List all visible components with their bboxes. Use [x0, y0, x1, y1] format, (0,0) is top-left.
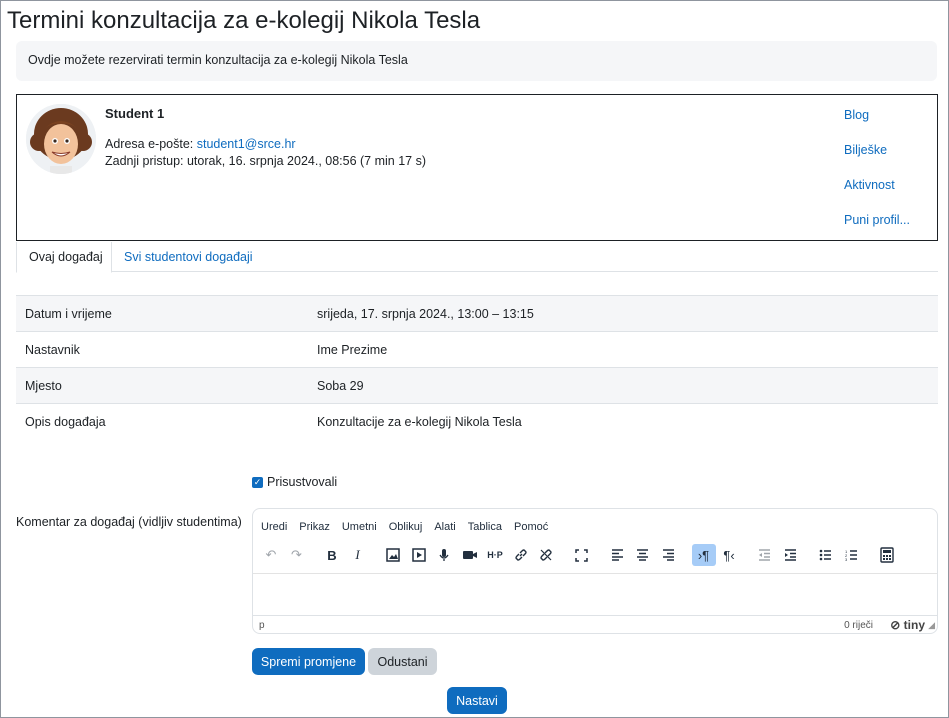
detail-value: Soba 29 — [317, 379, 364, 393]
intro-text: Ovdje možete rezervirati termin konzulta… — [28, 53, 408, 67]
activity-link[interactable]: Aktivnost — [844, 178, 924, 213]
media-icon[interactable] — [407, 544, 431, 566]
page-title: Termini konzultacija za e-kolegij Nikola… — [7, 7, 481, 34]
email-label: Adresa e-pošte: — [105, 137, 197, 151]
user-links: Blog Bilješke Aktivnost Puni profil... — [844, 108, 924, 248]
detail-value: Ime Prezime — [317, 343, 388, 357]
editor-toolbar: ↶ ↷ B I H·P ›¶ ¶‹ 1 2 3 — [259, 544, 929, 566]
align-left-icon[interactable] — [605, 544, 629, 566]
menu-table[interactable]: Tablica — [468, 521, 502, 533]
comment-label: Komentar za događaj (vidljiv studentima) — [16, 515, 242, 529]
detail-row: Nastavnik Ime Prezime — [16, 331, 938, 367]
avatar[interactable] — [26, 104, 96, 174]
save-changes-button[interactable]: Spremi promjene — [252, 648, 365, 675]
word-count[interactable]: 0 riječi — [844, 620, 873, 631]
rtl-direction-icon[interactable]: ¶‹ — [717, 544, 741, 566]
indent-icon[interactable] — [778, 544, 802, 566]
blog-link[interactable]: Blog — [844, 108, 924, 143]
outdent-icon[interactable] — [753, 544, 777, 566]
numbered-list-icon[interactable]: 123 — [839, 544, 863, 566]
redo-icon[interactable]: ↷ — [285, 544, 309, 566]
equation-editor-icon[interactable] — [875, 544, 899, 566]
intro-box: Ovdje možete rezervirati termin konzulta… — [16, 41, 937, 81]
microphone-icon[interactable] — [432, 544, 456, 566]
avatar-image — [26, 104, 96, 174]
detail-key: Mjesto — [25, 379, 62, 393]
detail-row: Mjesto Soba 29 — [16, 367, 938, 403]
element-path[interactable]: p — [259, 620, 265, 631]
fullscreen-icon[interactable] — [570, 544, 594, 566]
editor-statusbar: p 0 riječi ⊘ tiny ◢ — [253, 615, 937, 634]
notes-link[interactable]: Bilješke — [844, 143, 924, 178]
attended-label: Prisustvovali — [267, 475, 338, 489]
last-access: Zadnji pristup: utorak, 16. srpnja 2024.… — [105, 154, 427, 168]
event-details: Datum i vrijeme srijeda, 17. srpnja 2024… — [16, 295, 938, 439]
resize-handle-icon[interactable]: ◢ — [928, 620, 935, 631]
menu-help[interactable]: Pomoć — [514, 521, 548, 533]
detail-key: Nastavnik — [25, 343, 80, 357]
bullet-list-icon[interactable] — [814, 544, 838, 566]
detail-key: Datum i vrijeme — [25, 307, 112, 321]
tabs: Ovaj događaj Svi studentovi događaji — [16, 242, 938, 273]
page-frame: Termini konzultacija za e-kolegij Nikola… — [0, 0, 949, 718]
comment-editor: Uredi Prikaz Umetni Oblikuj Alati Tablic… — [252, 508, 938, 634]
italic-icon[interactable]: I — [346, 544, 370, 566]
detail-value: Konzultacije za e-kolegij Nikola Tesla — [317, 415, 522, 429]
menu-insert[interactable]: Umetni — [342, 521, 377, 533]
user-name: Student 1 — [105, 106, 165, 121]
unlink-icon[interactable] — [534, 544, 558, 566]
toolbar-divider — [253, 573, 937, 574]
user-email-line: Adresa e-pošte: student1@srce.hr — [105, 137, 296, 151]
email-link[interactable]: student1@srce.hr — [197, 137, 296, 151]
undo-icon[interactable]: ↶ — [259, 544, 283, 566]
tab-all-student-events[interactable]: Svi studentovi događaji — [112, 242, 265, 273]
menu-format[interactable]: Oblikuj — [389, 521, 423, 533]
detail-value: srijeda, 17. srpnja 2024., 13:00 – 13:15 — [317, 307, 534, 321]
ltr-direction-icon[interactable]: ›¶ — [691, 544, 716, 566]
editor-menubar: Uredi Prikaz Umetni Oblikuj Alati Tablic… — [261, 521, 548, 533]
tiny-brand-text: tiny — [903, 618, 925, 632]
video-camera-icon[interactable] — [458, 544, 482, 566]
h5p-icon[interactable]: H·P — [483, 544, 507, 566]
detail-row: Opis događaja Konzultacije za e-kolegij … — [16, 403, 938, 439]
align-right-icon[interactable] — [656, 544, 680, 566]
attended-checkbox[interactable]: ✓ — [252, 476, 263, 488]
continue-button[interactable]: Nastavi — [447, 687, 507, 714]
menu-view[interactable]: Prikaz — [299, 521, 330, 533]
tab-this-event[interactable]: Ovaj događaj — [16, 242, 112, 273]
cancel-button[interactable]: Odustani — [368, 648, 437, 675]
bold-icon[interactable]: B — [320, 544, 344, 566]
tiny-logo[interactable]: ⊘ tiny — [890, 618, 925, 632]
link-icon[interactable] — [509, 544, 533, 566]
image-icon[interactable] — [381, 544, 405, 566]
detail-row: Datum i vrijeme srijeda, 17. srpnja 2024… — [16, 295, 938, 331]
svg-text:3: 3 — [845, 557, 848, 561]
menu-edit[interactable]: Uredi — [261, 521, 287, 533]
user-card: Student 1 Adresa e-pošte: student1@srce.… — [16, 94, 938, 241]
menu-tools[interactable]: Alati — [434, 521, 455, 533]
attended-field: ✓ Prisustvovali — [252, 475, 337, 489]
detail-key: Opis događaja — [25, 415, 106, 429]
align-center-icon[interactable] — [631, 544, 655, 566]
